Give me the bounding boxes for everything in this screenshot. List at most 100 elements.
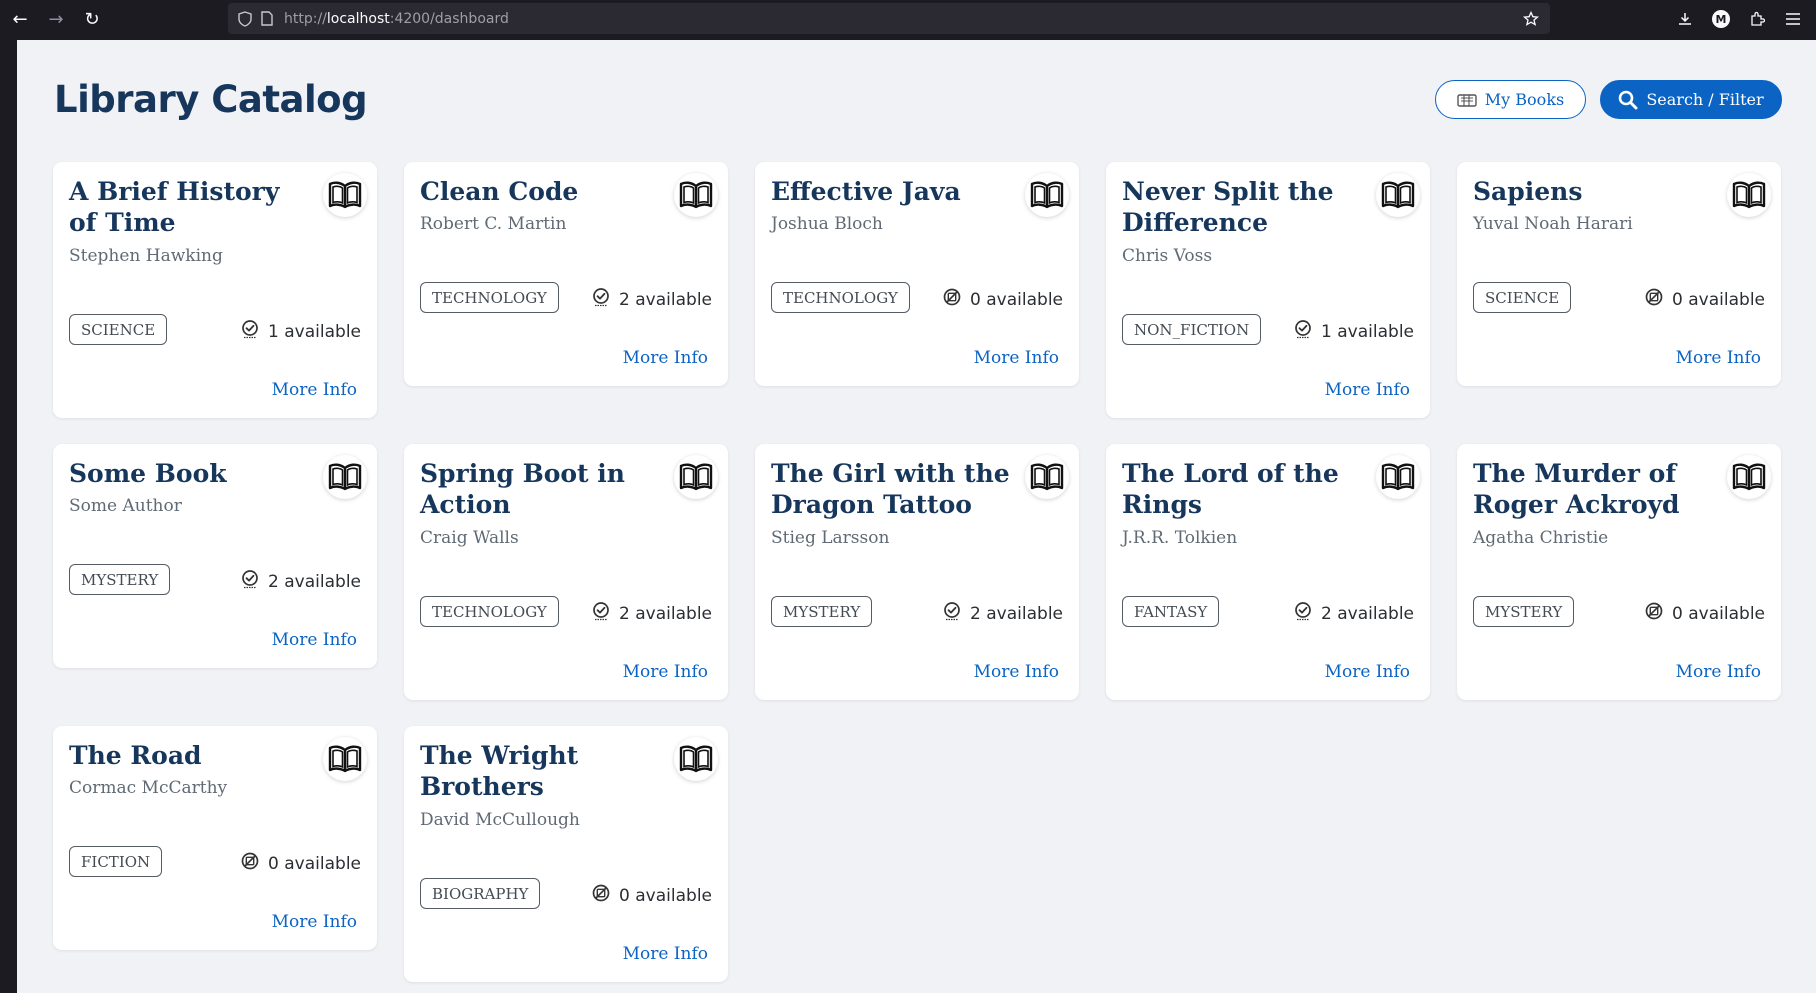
available-check-icon: [1293, 601, 1321, 626]
forward-arrow-icon[interactable]: →: [42, 6, 70, 32]
genre-tag: MYSTERY: [69, 564, 171, 595]
book-author: J.R.R. Tolkien: [1122, 528, 1238, 548]
more-info-link[interactable]: More Info: [1676, 662, 1761, 682]
more-info-link[interactable]: More Info: [272, 912, 357, 932]
availability-count: 1 available: [1321, 321, 1414, 342]
menu-hamburger-icon[interactable]: [1780, 6, 1806, 32]
book-card: The Wright Brothers David McCullough BIOGR…: [404, 726, 728, 982]
book-card: Spring Boot in Action Craig Walls TECHNOLO…: [404, 444, 728, 700]
url-text[interactable]: http://localhost:4200/dashboard: [284, 11, 509, 27]
book-author: Chris Voss: [1122, 246, 1213, 266]
book-author: Stephen Hawking: [69, 246, 223, 266]
unavailable-icon: [1644, 287, 1672, 312]
book-title: A Brief History of Time: [69, 177, 280, 237]
availability: 0 available: [1644, 287, 1765, 312]
book-card: Sapiens Yuval Noah Harari SCIENCE 0 availab…: [1457, 162, 1781, 386]
book-title: The Murder of Roger Ackroyd: [1473, 459, 1680, 519]
url-scheme: http://: [284, 10, 327, 27]
genre-tag: NON_FICTION: [1122, 314, 1262, 345]
genre-tag: TECHNOLOGY: [420, 282, 559, 313]
url-path: :4200/dashboard: [389, 10, 509, 27]
book-author: Agatha Christie: [1473, 528, 1609, 548]
book-open-icon: [323, 173, 367, 217]
book-title: The Wright Brothers: [420, 741, 579, 801]
book-author: Yuval Noah Harari: [1473, 214, 1633, 234]
availability-count: 1 available: [268, 321, 361, 342]
book-card: The Lord of the Rings J.R.R. Tolkien FANTA…: [1106, 444, 1430, 700]
available-check-icon: [1293, 319, 1321, 344]
book-open-icon: [674, 173, 718, 217]
availability: 0 available: [591, 883, 712, 908]
more-info-link[interactable]: More Info: [272, 380, 357, 400]
book-author: Joshua Bloch: [771, 214, 883, 234]
book-title: Some Book: [69, 459, 227, 488]
more-info-link[interactable]: More Info: [623, 348, 708, 368]
availability-count: 2 available: [268, 571, 361, 592]
book-author: Some Author: [69, 496, 182, 516]
book-card: Effective Java Joshua Bloch TECHNOLOGY 0 av…: [755, 162, 1079, 386]
reload-icon[interactable]: ↻: [78, 6, 106, 32]
search-icon: [1619, 90, 1638, 109]
availability-count: 2 available: [619, 603, 712, 624]
genre-tag: SCIENCE: [1473, 282, 1572, 313]
more-info-link[interactable]: More Info: [974, 348, 1059, 368]
book-title: The Girl with the Dragon Tattoo: [771, 459, 1010, 519]
availability-count: 2 available: [1321, 603, 1414, 624]
available-check-icon: [240, 319, 268, 344]
url-bar[interactable]: http://localhost:4200/dashboard: [228, 3, 1550, 34]
book-open-icon: [1376, 455, 1420, 499]
back-arrow-icon[interactable]: ←: [6, 6, 34, 32]
availability: 0 available: [1644, 601, 1765, 626]
book-author: Cormac McCarthy: [69, 778, 228, 798]
availability-count: 0 available: [1672, 603, 1765, 624]
available-check-icon: [942, 601, 970, 626]
book-title: Clean Code: [420, 177, 579, 206]
shield-icon[interactable]: [234, 8, 256, 30]
more-info-link[interactable]: More Info: [1325, 380, 1410, 400]
book-open-icon: [1727, 455, 1771, 499]
genre-tag: MYSTERY: [771, 596, 873, 627]
availability: 2 available: [942, 601, 1063, 626]
genre-tag: MYSTERY: [1473, 596, 1575, 627]
browser-toolbar: ← → ↻ http://localhost:4200/dashboard M: [0, 0, 1816, 38]
availability: 1 available: [240, 319, 361, 344]
search-filter-button[interactable]: Search / Filter: [1600, 80, 1782, 119]
more-info-link[interactable]: More Info: [1676, 348, 1761, 368]
book-open-icon: [323, 737, 367, 781]
my-books-label: My Books: [1484, 90, 1565, 109]
availability: 2 available: [240, 569, 361, 594]
genre-tag: TECHNOLOGY: [771, 282, 910, 313]
book-author: Robert C. Martin: [420, 214, 567, 234]
book-open-icon: [674, 455, 718, 499]
search-filter-label: Search / Filter: [1646, 90, 1764, 109]
availability: 2 available: [591, 601, 712, 626]
bookmark-star-icon[interactable]: [1520, 8, 1542, 30]
account-initial: M: [1712, 10, 1730, 28]
book-open-icon: [1025, 173, 1069, 217]
book-author: Craig Walls: [420, 528, 519, 548]
more-info-link[interactable]: More Info: [974, 662, 1059, 682]
book-author: David McCullough: [420, 810, 580, 830]
my-books-button[interactable]: My Books: [1435, 80, 1586, 119]
more-info-link[interactable]: More Info: [623, 944, 708, 964]
genre-tag: TECHNOLOGY: [420, 596, 559, 627]
unavailable-icon: [591, 883, 619, 908]
available-check-icon: [240, 569, 268, 594]
book-title: Spring Boot in Action: [420, 459, 625, 519]
availability-count: 0 available: [268, 853, 361, 874]
availability: 0 available: [942, 287, 1063, 312]
genre-tag: FANTASY: [1122, 596, 1220, 627]
available-check-icon: [591, 287, 619, 312]
downloads-icon[interactable]: [1672, 6, 1698, 32]
more-info-link[interactable]: More Info: [272, 630, 357, 650]
more-info-link[interactable]: More Info: [623, 662, 708, 682]
unavailable-icon: [240, 851, 268, 876]
book-card: Some Book Some Author MYSTERY 2 available Mo…: [53, 444, 377, 668]
book-card: The Murder of Roger Ackroyd Agatha Christ…: [1457, 444, 1781, 700]
book-card: A Brief History of Time Stephen Hawking SC…: [53, 162, 377, 418]
book-title: Never Split the Difference: [1122, 177, 1334, 237]
availability: 0 available: [240, 851, 361, 876]
extensions-icon[interactable]: [1744, 6, 1770, 32]
more-info-link[interactable]: More Info: [1325, 662, 1410, 682]
account-icon[interactable]: M: [1708, 6, 1734, 32]
